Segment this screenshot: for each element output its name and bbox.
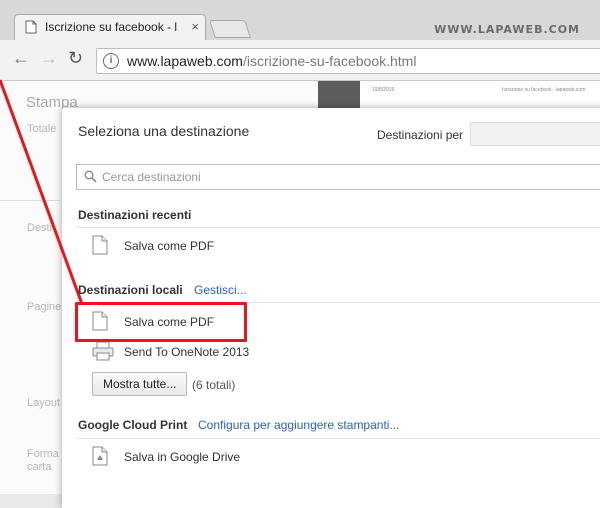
reload-icon[interactable]: ↻ [68, 48, 83, 69]
url-path: /iscrizione-su-facebook.html [242, 53, 417, 69]
new-tab-button[interactable] [209, 20, 251, 38]
dialog-title: Seleziona una destinazione [78, 123, 250, 139]
preview-header-date: 19/8/2015 [372, 87, 395, 93]
separator [76, 227, 600, 228]
printer-icon [92, 341, 114, 364]
destinations-for-label: Destinazioni per [377, 128, 464, 142]
forward-arrow-icon[interactable]: → [40, 48, 58, 69]
url-text[interactable]: www.lapaweb.com/iscrizione-su-facebook.h… [127, 53, 416, 69]
watermark: WWW.LAPAWEB.COM [434, 23, 580, 36]
local-destinations-heading: Destinazioni locali [78, 283, 183, 297]
google-drive-icon [92, 446, 108, 469]
cloud-destination-google-drive[interactable]: Salva in Google Drive [92, 446, 292, 468]
bg-label-carta: carta [27, 461, 52, 473]
tab-title: Iscrizione su facebook - l [45, 20, 178, 34]
destinations-for-select[interactable] [470, 122, 600, 146]
title-bar: Iscrizione su facebook - l × WWW.LAPAWEB… [0, 0, 600, 40]
back-arrow-icon[interactable]: ← [12, 48, 30, 69]
bg-divider [0, 200, 60, 201]
browser-toolbar: ← → ↻ i www.lapaweb.com/iscrizione-su-fa… [0, 40, 600, 81]
bg-label-totale: Totale [27, 123, 57, 135]
destination-label: Salva come PDF [124, 239, 215, 253]
separator [76, 438, 600, 439]
bg-label-formato: Forma [27, 448, 59, 460]
address-bar[interactable]: i www.lapaweb.com/iscrizione-su-facebook… [96, 48, 600, 74]
bg-label-destinazione: Desti [27, 222, 53, 234]
bg-label-pagine: Pagine [27, 301, 62, 313]
document-icon [92, 235, 108, 258]
tab-close-icon[interactable]: × [191, 19, 199, 34]
bg-label-layout: Layout [27, 397, 61, 409]
destination-label: Salva in Google Drive [124, 450, 241, 464]
search-box[interactable] [76, 164, 600, 190]
show-all-button[interactable]: Mostra tutte... [92, 372, 188, 396]
recent-destination-save-pdf[interactable]: Salva come PDF [92, 235, 292, 257]
tab-iscrizione-facebook[interactable]: Iscrizione su facebook - l × [14, 14, 206, 40]
annotation-highlight-box [75, 302, 247, 342]
search-icon [84, 170, 97, 186]
preview-header-title: Iscrizione su facebook - lapaweb.com [502, 87, 586, 93]
destination-label: Send To OneNote 2013 [124, 345, 250, 359]
search-input[interactable] [102, 169, 402, 185]
configure-printers-link[interactable]: Configura per aggiungere stampanti... [198, 418, 399, 432]
page-icon [25, 20, 37, 37]
manage-link[interactable]: Gestisci... [194, 283, 247, 297]
url-host: www.lapaweb.com [127, 53, 243, 69]
local-destination-onenote[interactable]: Send To OneNote 2013 [92, 341, 292, 363]
cloud-print-heading: Google Cloud Print [78, 418, 188, 432]
total-count: (6 totali) [192, 378, 236, 392]
recent-destinations-heading: Destinazioni recenti [78, 208, 192, 222]
info-icon[interactable]: i [103, 53, 119, 69]
